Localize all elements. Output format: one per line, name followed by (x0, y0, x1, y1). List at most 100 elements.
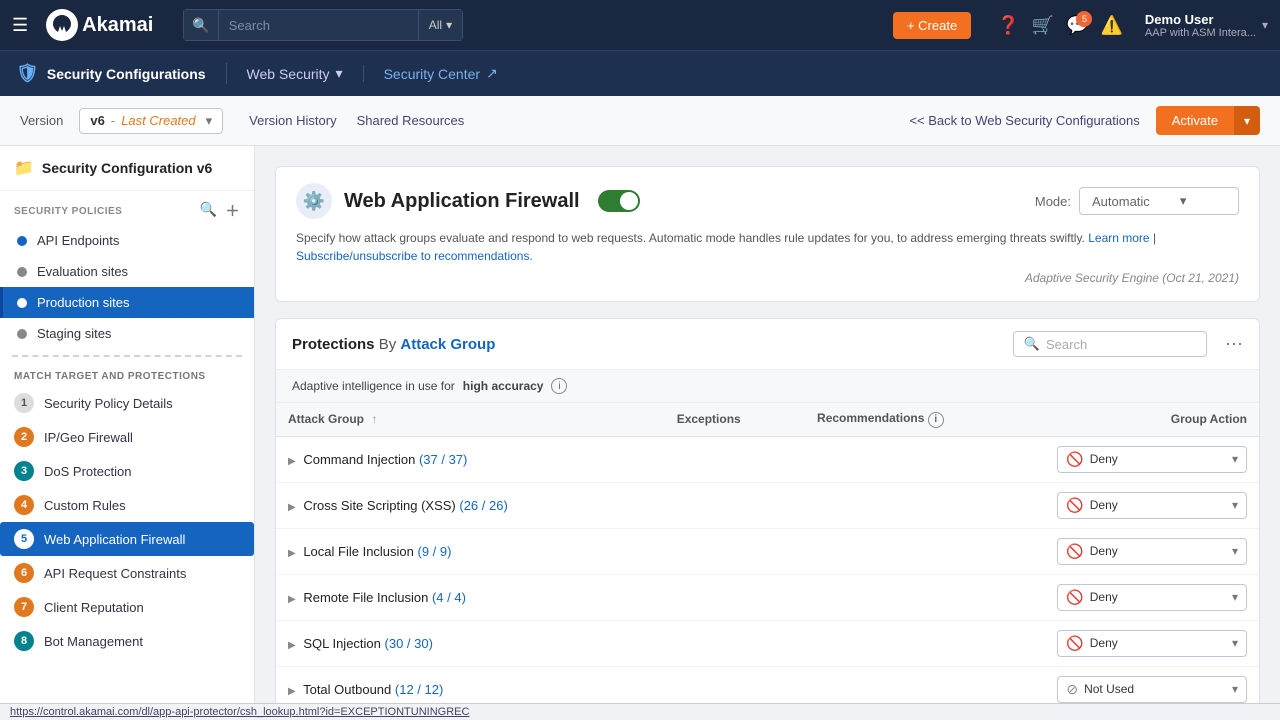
sidebar-item-bot-management[interactable]: 8 Bot Management (0, 624, 254, 658)
user-name: Demo User (1145, 12, 1256, 27)
waf-toggle[interactable] (598, 190, 640, 212)
web-security-menu[interactable]: Web Security ▾ (227, 65, 364, 82)
row-expand-icon[interactable]: ▶ (288, 594, 296, 605)
activate-button-group: Activate ▾ (1156, 106, 1260, 135)
table-row: ▶ SQL Injection (30 / 30) 🚫 Deny ▾ (276, 620, 1259, 666)
row-expand-icon[interactable]: ▶ (288, 640, 296, 651)
version-label: Version (20, 113, 63, 128)
search-policies-icon[interactable]: 🔍 (200, 201, 218, 221)
recommendations-info-icon[interactable]: i (928, 412, 944, 428)
sidebar-item-dos-protection[interactable]: 3 DoS Protection (0, 454, 254, 488)
action-dropdown[interactable]: 🚫 Deny ▾ (1057, 584, 1247, 611)
mode-chevron-icon: ▾ (1180, 193, 1187, 209)
sidebar-item-custom-rules[interactable]: 4 Custom Rules (0, 488, 254, 522)
notification-badge: 5 (1076, 11, 1092, 27)
action-dropdown[interactable]: 🚫 Deny ▾ (1057, 492, 1247, 519)
action-label: Deny (1090, 498, 1118, 512)
recommendations-cell (805, 482, 1045, 528)
row-expand-icon[interactable]: ▶ (288, 548, 296, 559)
alerts-icon[interactable]: ⚠️ (1100, 15, 1122, 36)
sidebar-item-production-sites[interactable]: Production sites (0, 287, 254, 318)
shield-icon: 🛡 (16, 63, 39, 84)
action-dropdown[interactable]: 🚫 Deny ▾ (1057, 446, 1247, 473)
sidebar-item-staging-sites[interactable]: Staging sites (0, 318, 254, 349)
recommendations-cell (805, 528, 1045, 574)
table-row: ▶ Local File Inclusion (9 / 9) 🚫 Deny ▾ (276, 528, 1259, 574)
protections-search[interactable]: 🔍 (1013, 331, 1207, 357)
step-number: 7 (14, 597, 34, 617)
notifications-icon[interactable]: 💬 5 (1066, 15, 1088, 36)
deny-icon: 🚫 (1066, 497, 1083, 514)
back-link[interactable]: << Back to Web Security Configurations (909, 113, 1139, 128)
mode-section: Mode: Automatic ▾ (1035, 187, 1239, 215)
search-all-dropdown[interactable]: All ▾ (418, 9, 463, 41)
folder-icon: 📁 (14, 158, 34, 178)
col-exceptions-label: Exceptions (677, 412, 741, 426)
exceptions-cell (665, 620, 805, 666)
step-number: 5 (14, 529, 34, 549)
shared-resources-tab[interactable]: Shared Resources (357, 109, 465, 132)
action-dropdown[interactable]: ⊘ Not Used ▾ (1057, 676, 1247, 703)
sidebar-item-api-endpoints[interactable]: API Endpoints (0, 225, 254, 256)
create-button[interactable]: + Create (893, 12, 971, 39)
hamburger-menu[interactable]: ☰ (12, 15, 28, 36)
status-bar: https://control.akamai.com/dl/app-api-pr… (0, 703, 1280, 720)
waf-icon: ⚙️ (296, 183, 332, 219)
exceptions-cell (665, 436, 805, 482)
row-expand-icon[interactable]: ▶ (288, 686, 296, 697)
action-caret-icon: ▾ (1232, 544, 1238, 558)
protections-header: Protections By Attack Group 🔍 ⋯ (276, 319, 1259, 370)
version-dropdown[interactable]: v6 - Last Created ▾ (79, 108, 223, 134)
more-options-button[interactable]: ⋯ (1225, 334, 1243, 355)
action-dropdown[interactable]: 🚫 Deny ▾ (1057, 630, 1247, 657)
attack-name: Cross Site Scripting (XSS) (303, 498, 459, 513)
version-history-tab[interactable]: Version History (249, 109, 336, 132)
adaptive-engine-label: Adaptive Security Engine (Oct 21, 2021) (296, 271, 1239, 285)
row-expand-icon[interactable]: ▶ (288, 456, 296, 467)
group-action-cell: 🚫 Deny ▾ (1045, 620, 1259, 666)
user-section[interactable]: Demo User AAP with ASM Intera... ▾ (1145, 12, 1268, 39)
protections-search-input[interactable] (1046, 337, 1196, 352)
help-icon[interactable]: ❓ (997, 15, 1019, 36)
sidebar-item-client-reputation[interactable]: 7 Client Reputation (0, 590, 254, 624)
sidebar-item-waf[interactable]: 5 Web Application Firewall (0, 522, 254, 556)
status-url[interactable]: https://control.akamai.com/dl/app-api-pr… (10, 706, 469, 718)
learn-more-link[interactable]: Learn more (1088, 231, 1149, 245)
activate-button[interactable]: Activate (1156, 106, 1234, 135)
sidebar-item-evaluation-sites[interactable]: Evaluation sites (0, 256, 254, 287)
action-dropdown[interactable]: 🚫 Deny ▾ (1057, 538, 1247, 565)
protections-panel: Protections By Attack Group 🔍 ⋯ Adaptive… (275, 318, 1260, 720)
toolbar-tabs: Version History Shared Resources (249, 109, 464, 132)
attack-name: Local File Inclusion (303, 544, 417, 559)
row-expand-icon[interactable]: ▶ (288, 502, 296, 513)
info-icon[interactable]: i (551, 378, 567, 394)
protections-title-text: Protections (292, 336, 375, 353)
col-attack-group[interactable]: Attack Group ↑ (276, 403, 665, 436)
search-all-label: All (429, 18, 442, 32)
add-policy-icon[interactable]: ＋ (226, 201, 241, 221)
table-header-row: Attack Group ↑ Exceptions Recommendation… (276, 403, 1259, 436)
match-section-label: MATCH TARGET AND PROTECTIONS (0, 363, 254, 386)
attack-group-cell: ▶ Remote File Inclusion (4 / 4) (276, 574, 665, 620)
attack-count: (4 / 4) (432, 590, 466, 605)
waf-description-text: Specify how attack groups evaluate and r… (296, 231, 1085, 245)
waf-title: Web Application Firewall (344, 190, 580, 213)
col-recommendations: Recommendations i (805, 403, 1045, 436)
subscribe-link[interactable]: Subscribe/unsubscribe to recommendations… (296, 249, 533, 263)
mode-dropdown[interactable]: Automatic ▾ (1079, 187, 1239, 215)
logo-text: Akamai (82, 14, 153, 37)
attack-group-cell: ▶ Local File Inclusion (9 / 9) (276, 528, 665, 574)
search-input[interactable] (218, 9, 418, 41)
sidebar-item-ip-geo-firewall[interactable]: 2 IP/Geo Firewall (0, 420, 254, 454)
toggle-background[interactable] (598, 190, 640, 212)
activate-caret-button[interactable]: ▾ (1234, 106, 1260, 135)
sidebar-item-security-policy-details[interactable]: 1 Security Policy Details (0, 386, 254, 420)
security-configs-link[interactable]: 🛡 Security Configurations (16, 63, 227, 84)
security-center-link[interactable]: Security Center ↗ (364, 65, 518, 82)
sidebar: 📁 Security Configuration v6 SECURITY POL… (0, 146, 255, 720)
sidebar-item-api-request-constraints[interactable]: 6 API Request Constraints (0, 556, 254, 590)
deny-icon: 🚫 (1066, 451, 1083, 468)
mode-value: Automatic (1092, 194, 1150, 209)
cart-icon[interactable]: 🛒 (1032, 15, 1054, 36)
search-bar[interactable]: 🔍 All ▾ (183, 9, 463, 41)
